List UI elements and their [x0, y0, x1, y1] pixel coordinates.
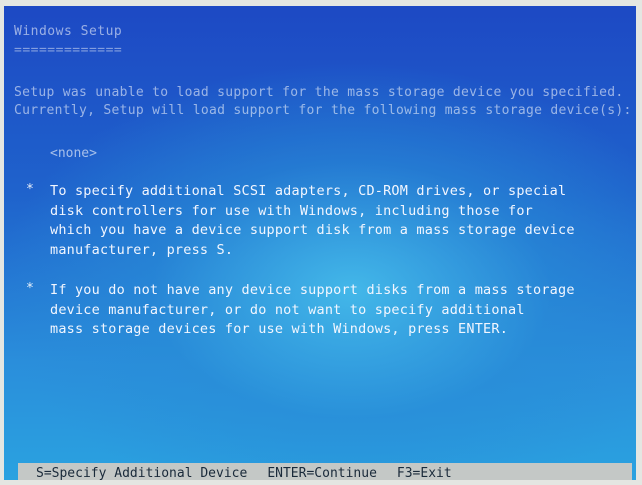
intro-text: Setup was unable to load support for the…	[14, 84, 634, 120]
bullet-marker: *	[26, 182, 34, 197]
monitor-bezel: Windows Setup ============= Setup was un…	[0, 0, 642, 485]
option-specify-text: To specify additional SCSI adapters, CD-…	[50, 183, 575, 258]
setup-title-underline: =============	[14, 43, 123, 58]
bullet-marker: *	[26, 281, 34, 296]
intro-line-2: Currently, Setup will load support for t…	[14, 103, 632, 118]
setup-title: Windows Setup	[14, 24, 123, 39]
status-bar: S=Specify Additional Device ENTER=Contin…	[18, 463, 632, 480]
option-continue-text: If you do not have any device support di…	[50, 282, 575, 337]
exit-key[interactable]: F3=Exit	[397, 463, 452, 480]
intro-line-1: Setup was unable to load support for the…	[14, 85, 624, 100]
setup-screen: Windows Setup ============= Setup was un…	[4, 6, 636, 480]
device-list-item: <none>	[50, 146, 97, 161]
specify-device-key[interactable]: S=Specify Additional Device	[36, 463, 247, 480]
continue-key[interactable]: ENTER=Continue	[267, 463, 377, 480]
